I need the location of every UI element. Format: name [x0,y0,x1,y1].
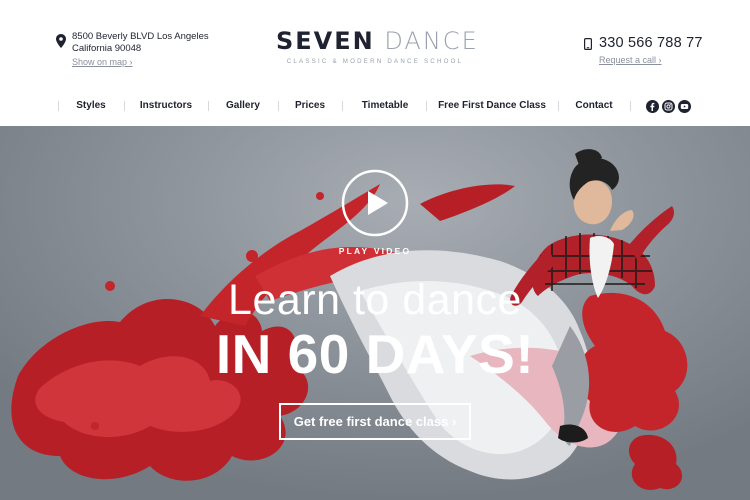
nav-separator [342,101,343,111]
play-video-button[interactable] [341,169,409,237]
map-pin-icon [56,34,66,48]
play-icon [368,191,388,215]
logo-word-dance: DANCE [384,27,479,55]
hero-headline-line-2: IN 60 DAYS! [215,323,535,385]
nav-item-timetable[interactable]: Timetable [354,96,416,116]
logo-wordmark: SEVEN DANCE [276,27,477,55]
hero-section: PLAY VIDEO Learn to dance IN 60 DAYS! Ge… [0,126,750,500]
show-on-map-link[interactable]: Show on map › [72,57,133,67]
youtube-icon[interactable] [678,100,691,113]
logo-tagline: CLASSIC & MODERN DANCE SCHOOL [286,58,464,65]
nav-item-gallery[interactable]: Gallery [220,96,266,116]
request-call-link[interactable]: Request a call › [599,55,662,65]
hero-headline-line-1: Learn to dance [228,276,522,324]
nav-separator [426,101,427,111]
address-line-2: California 90048 [72,42,142,54]
site-logo[interactable]: SEVEN DANCE CLASSIC & MODERN DANCE SCHOO… [276,27,477,72]
phone-icon [584,38,592,50]
instagram-icon[interactable] [662,100,675,113]
nav-item-free-first-dance-class[interactable]: Free First Dance Class [437,96,547,116]
facebook-icon[interactable] [646,100,659,113]
logo-word-seven: SEVEN [276,27,375,55]
nav-item-styles[interactable]: Styles [70,96,112,116]
nav-item-instructors[interactable]: Instructors [136,96,196,116]
nav-separator [278,101,279,111]
main-nav: Styles Instructors Gallery Prices Timeta… [56,96,696,116]
address-text: 8500 Beverly BLVD Los Angeles California… [72,31,222,54]
site-header: 8500 Beverly BLVD Los Angeles California… [0,0,750,126]
nav-separator [58,101,59,111]
play-video-label[interactable]: PLAY VIDEO [300,246,450,256]
nav-separator [124,101,125,111]
nav-separator [208,101,209,111]
free-first-dance-class-button[interactable]: Get free first dance class › [279,403,471,440]
nav-separator [558,101,559,111]
nav-item-prices[interactable]: Prices [290,96,330,116]
phone-number[interactable]: 330 566 788 77 [599,35,703,51]
address-line-1: 8500 Beverly BLVD Los Angeles [72,31,209,42]
nav-item-contact[interactable]: Contact [568,96,620,116]
nav-separator [630,101,631,111]
